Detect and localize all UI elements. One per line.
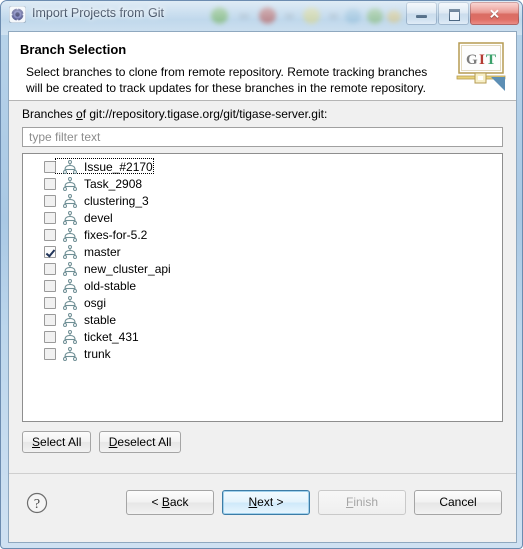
branch-row[interactable]: Task_2908 bbox=[23, 175, 502, 192]
branch-row[interactable]: fixes-for-5.2 bbox=[23, 226, 502, 243]
gear-icon bbox=[8, 5, 27, 24]
branch-row[interactable]: devel bbox=[23, 209, 502, 226]
branch-row[interactable]: osgi bbox=[23, 294, 502, 311]
branches-label: Branches of git://repository.tigase.org/… bbox=[22, 107, 327, 121]
dialog-window: Import Projects from Git ✕ Branch Select… bbox=[0, 0, 523, 549]
branch-checkbox[interactable] bbox=[44, 211, 56, 224]
branch-row[interactable]: trunk bbox=[23, 345, 502, 362]
close-icon: ✕ bbox=[489, 6, 500, 21]
branch-checkbox[interactable] bbox=[44, 262, 56, 275]
branch-row[interactable]: old-stable bbox=[23, 277, 502, 294]
svg-text:?: ? bbox=[34, 497, 40, 512]
branch-row[interactable]: new_cluster_api bbox=[23, 260, 502, 277]
window-controls: ✕ bbox=[405, 2, 519, 25]
git-branch-icon bbox=[62, 193, 78, 208]
select-all-button[interactable]: Select All bbox=[22, 431, 92, 453]
next-button[interactable]: Next > bbox=[222, 490, 310, 515]
page-description: Select branches to clone from remote rep… bbox=[26, 65, 428, 95]
svg-text:T: T bbox=[486, 52, 496, 68]
dialog-client-area: Branch Selection Select branches to clon… bbox=[8, 31, 517, 543]
branch-label: osgi bbox=[84, 295, 107, 310]
branch-label: ticket_431 bbox=[84, 329, 139, 344]
cancel-label: Cancel bbox=[439, 495, 477, 509]
branch-row[interactable]: ticket_431 bbox=[23, 328, 502, 345]
back-prefix: < bbox=[151, 495, 162, 509]
branch-label: clustering_3 bbox=[84, 193, 149, 208]
branch-checkbox[interactable] bbox=[44, 296, 56, 309]
window-title: Import Projects from Git bbox=[32, 6, 164, 20]
git-branch-icon bbox=[62, 227, 78, 242]
list-action-buttons: Select All Deselect All bbox=[22, 431, 185, 453]
filter-input[interactable] bbox=[22, 127, 503, 147]
title-bar[interactable]: Import Projects from Git ✕ bbox=[1, 1, 522, 29]
wizard-buttons: < Back Next > Finish Cancel bbox=[118, 490, 502, 515]
minimize-icon bbox=[416, 15, 427, 18]
git-branch-icon bbox=[62, 329, 78, 344]
maximize-icon bbox=[449, 9, 460, 21]
close-button[interactable]: ✕ bbox=[470, 2, 519, 25]
branch-label: master bbox=[84, 244, 121, 259]
branch-row[interactable]: stable bbox=[23, 311, 502, 328]
svg-text:G: G bbox=[466, 52, 478, 68]
branch-checkbox[interactable] bbox=[44, 330, 56, 343]
branch-label: fixes-for-5.2 bbox=[84, 227, 148, 242]
svg-text:I: I bbox=[479, 52, 485, 68]
branches-label-prefix: Branches bbox=[22, 107, 77, 121]
back-mnemonic: B bbox=[161, 495, 170, 509]
branch-label: devel bbox=[84, 210, 113, 225]
branch-checkbox[interactable] bbox=[44, 279, 56, 292]
deselect-all-button[interactable]: Deselect All bbox=[98, 431, 182, 453]
git-branch-icon bbox=[62, 278, 78, 293]
git-logo-icon: G I T bbox=[455, 41, 507, 91]
branch-checkbox[interactable] bbox=[44, 245, 56, 258]
finish-button: Finish bbox=[318, 490, 406, 515]
page-title: Branch Selection bbox=[20, 42, 127, 57]
git-branch-icon bbox=[62, 244, 78, 259]
branch-label: Task_2908 bbox=[84, 176, 143, 191]
finish-suffix: inish bbox=[353, 495, 379, 509]
branch-list-rows: Issue_#2170 Task_2908 clustering_3devel fix… bbox=[23, 158, 502, 362]
branches-label-mnemonic: o bbox=[76, 107, 83, 121]
back-button[interactable]: < Back bbox=[126, 490, 214, 515]
branch-label: new_cluster_api bbox=[84, 261, 171, 276]
git-branch-icon bbox=[62, 312, 78, 327]
minimize-button[interactable] bbox=[406, 2, 437, 25]
select-all-mnemonic: S bbox=[32, 435, 41, 449]
branch-label: stable bbox=[84, 312, 117, 327]
branch-row[interactable]: master bbox=[23, 243, 502, 260]
branch-selection-body: Branches of git://repository.tigase.org/… bbox=[9, 101, 516, 474]
branch-checkbox[interactable] bbox=[44, 313, 56, 326]
dialog-footer: ? < Back Next > Finish Cancel bbox=[9, 473, 516, 542]
branch-list[interactable]: Issue_#2170 Task_2908 clustering_3devel fix… bbox=[22, 153, 503, 422]
next-suffix: ext > bbox=[257, 495, 284, 509]
git-branch-icon bbox=[62, 159, 78, 174]
cancel-button[interactable]: Cancel bbox=[414, 490, 502, 515]
wizard-banner: Branch Selection Select branches to clon… bbox=[9, 32, 516, 101]
next-mnemonic: N bbox=[248, 495, 258, 509]
git-branch-icon bbox=[62, 210, 78, 225]
git-branch-icon bbox=[62, 176, 78, 191]
git-branch-icon bbox=[62, 295, 78, 310]
back-suffix: ack bbox=[169, 495, 189, 509]
git-branch-icon bbox=[62, 346, 78, 361]
branch-label: old-stable bbox=[84, 278, 137, 293]
branch-checkbox[interactable] bbox=[44, 177, 56, 190]
branches-label-suffix: f git://repository.tigase.org/git/tigase… bbox=[82, 107, 328, 121]
git-branch-icon bbox=[62, 261, 78, 276]
branch-checkbox[interactable] bbox=[44, 194, 56, 207]
deselect-all-suffix: eselect All bbox=[117, 435, 172, 449]
branch-checkbox[interactable] bbox=[44, 160, 56, 173]
maximize-button[interactable] bbox=[438, 2, 469, 25]
branch-label: trunk bbox=[84, 346, 111, 361]
branch-checkbox[interactable] bbox=[44, 347, 56, 360]
select-all-suffix: elect All bbox=[40, 435, 82, 449]
help-icon[interactable]: ? bbox=[26, 492, 48, 514]
branch-row[interactable]: Issue_#2170 bbox=[23, 158, 502, 175]
branch-row[interactable]: clustering_3 bbox=[23, 192, 502, 209]
branch-checkbox[interactable] bbox=[44, 228, 56, 241]
